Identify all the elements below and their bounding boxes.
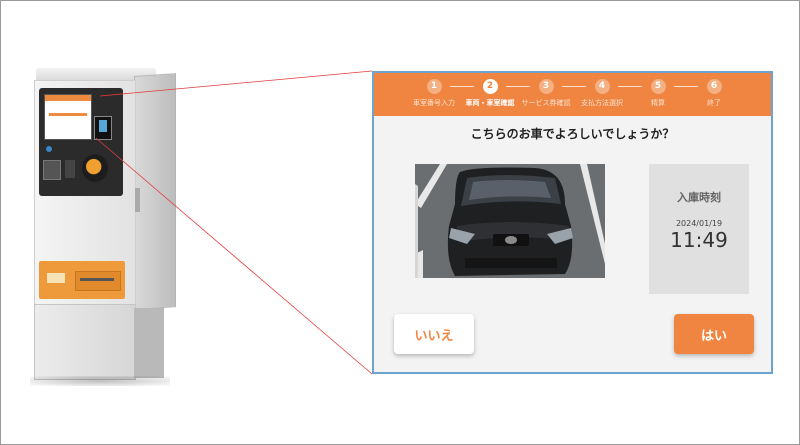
step-label: 精算 bbox=[651, 99, 665, 107]
keypad bbox=[43, 160, 61, 180]
step-number: 4 bbox=[594, 79, 610, 94]
step-number: 2 bbox=[482, 79, 498, 94]
step-progress-bar: 1 車室番号入力 2 車両・車室確認 3 サービス券確認 4 支払方法選択 5 … bbox=[374, 73, 771, 116]
step-label: 終了 bbox=[707, 99, 721, 107]
step-2: 2 車両・車室確認 bbox=[462, 79, 518, 108]
step-5: 5 精算 bbox=[630, 79, 686, 108]
step-number: 5 bbox=[650, 79, 666, 94]
entry-time-panel: 入庫時刻 2024/01/19 11:49 bbox=[649, 164, 749, 294]
kiosk-side-panel bbox=[134, 73, 176, 310]
parking-payment-machine bbox=[30, 68, 180, 388]
entry-date: 2024/01/19 bbox=[675, 219, 723, 228]
yes-button[interactable]: はい bbox=[674, 314, 754, 354]
bill-tray bbox=[39, 261, 125, 299]
confirmation-question: こちらのお車でよろしいでしょうか？ bbox=[470, 127, 675, 141]
receipt-slot bbox=[65, 160, 75, 178]
camera-icon bbox=[46, 146, 52, 152]
step-number: 3 bbox=[538, 79, 554, 94]
coin-slot bbox=[82, 154, 108, 182]
kiosk-base bbox=[34, 304, 136, 380]
step-1: 1 車室番号入力 bbox=[406, 79, 462, 108]
kiosk-base-side bbox=[134, 308, 164, 378]
kiosk-screen-thumbnail bbox=[44, 94, 92, 140]
step-label: 車両・車室確認 bbox=[465, 99, 515, 107]
step-4: 4 支払方法選択 bbox=[574, 79, 630, 108]
card-reader bbox=[94, 116, 112, 140]
step-6: 6 終了 bbox=[686, 79, 742, 108]
kiosk-screen: 1 車室番号入力 2 車両・車室確認 3 サービス券確認 4 支払方法選択 5 … bbox=[372, 71, 773, 374]
kiosk-shadow bbox=[30, 376, 170, 386]
car-image bbox=[415, 164, 605, 278]
car-photo bbox=[415, 164, 605, 278]
no-button[interactable]: いいえ bbox=[394, 314, 474, 354]
step-label: 車室番号入力 bbox=[413, 99, 455, 107]
entry-time: 11:49 bbox=[670, 228, 728, 252]
door-handle bbox=[135, 188, 140, 212]
step-3: 3 サービス券確認 bbox=[518, 79, 574, 108]
entry-time-label: 入庫時刻 bbox=[677, 191, 721, 204]
step-number: 1 bbox=[426, 79, 442, 94]
step-label: サービス券確認 bbox=[521, 99, 571, 107]
step-number: 6 bbox=[706, 79, 722, 94]
step-label: 支払方法選択 bbox=[581, 99, 623, 107]
